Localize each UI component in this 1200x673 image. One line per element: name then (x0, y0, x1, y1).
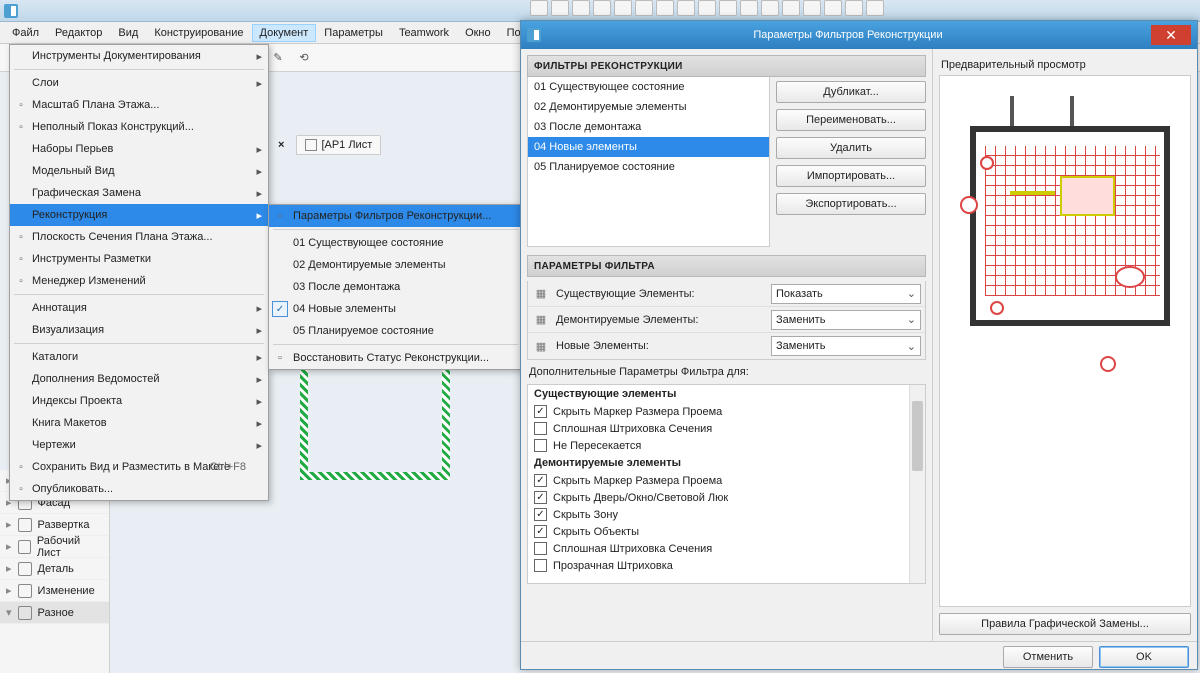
menu-item[interactable]: Каталоги▸ (10, 346, 268, 368)
menu-окно[interactable]: Окно (457, 24, 499, 42)
params-section-header: ПАРАМЕТРЫ ФИЛЬТРА (527, 255, 926, 277)
close-button[interactable]: ✕ (1151, 25, 1191, 45)
menu-item[interactable]: Наборы Перьев▸ (10, 138, 268, 160)
menu-item[interactable]: ▫Неполный Показ Конструкций... (10, 116, 268, 138)
sidebar-item[interactable]: ▾Разное (0, 602, 109, 624)
menu-вид[interactable]: Вид (110, 24, 146, 42)
scrollbar-thumb[interactable] (912, 401, 923, 471)
submenu-item[interactable]: 03 После демонтажа (269, 276, 522, 298)
menu-item[interactable]: Слои▸ (10, 72, 268, 94)
sheet-icon (305, 139, 317, 151)
sidebar-item[interactable]: ▸Развертка (0, 514, 109, 536)
sidebar-item[interactable]: ▸Изменение (0, 580, 109, 602)
menu-item[interactable]: Аннотация▸ (10, 297, 268, 319)
menu-item[interactable]: Дополнения Ведомостей▸ (10, 368, 268, 390)
menu-item[interactable]: ▫Опубликовать... (10, 478, 268, 500)
scrollbar[interactable] (909, 385, 925, 583)
checkbox-row[interactable]: Не Пересекается (528, 437, 925, 454)
action-button[interactable]: Экспортировать... (776, 193, 926, 215)
filter-list[interactable]: 01 Существующее состояние02 Демонтируемы… (527, 77, 770, 247)
param-select[interactable]: Заменить⌄ (771, 310, 921, 330)
tab-close[interactable]: × (270, 136, 292, 154)
checkbox-row[interactable]: Скрыть Маркер Размера Проема (528, 472, 925, 489)
dialog-title: Параметры Фильтров Реконструкции (545, 29, 1151, 41)
filter-item[interactable]: 03 После демонтажа (528, 117, 769, 137)
filters-section-header: ФИЛЬТРЫ РЕКОНСТРУКЦИИ (527, 55, 926, 77)
submenu-item[interactable]: 02 Демонтируемые элементы (269, 254, 522, 276)
sidebar-item[interactable]: ▸Деталь (0, 558, 109, 580)
menu-item[interactable]: Графическая Замена▸ (10, 182, 268, 204)
filter-item[interactable]: 01 Существующее состояние (528, 77, 769, 97)
checkbox-row[interactable]: Скрыть Дверь/Окно/Световой Люк (528, 489, 925, 506)
menu-редактор[interactable]: Редактор (47, 24, 110, 42)
menu-item[interactable]: Реконструкция▸ (10, 204, 268, 226)
tool-11[interactable]: ⟲ (293, 47, 315, 69)
menu-item[interactable]: Индексы Проекта▸ (10, 390, 268, 412)
checkbox-list[interactable]: Существующие элементыСкрыть Маркер Разме… (527, 384, 926, 584)
submenu-item[interactable]: 05 Планируемое состояние (269, 320, 522, 342)
menu-item[interactable]: ▫Инструменты Разметки (10, 248, 268, 270)
document-menu-dropdown[interactable]: Инструменты Документирования▸ Слои▸▫Масшт… (9, 44, 269, 501)
submenu-item[interactable]: ✓04 Новые элементы (269, 298, 522, 320)
checkbox-row[interactable]: Прозрачная Штриховка (528, 557, 925, 574)
menu-item[interactable]: Визуализация▸ (10, 319, 268, 341)
action-button[interactable]: Импортировать... (776, 165, 926, 187)
action-button[interactable]: Удалить (776, 137, 926, 159)
tool-10[interactable]: ✎ (267, 47, 289, 69)
filter-item[interactable]: 02 Демонтируемые элементы (528, 97, 769, 117)
dialog-titlebar[interactable]: Параметры Фильтров Реконструкции ✕ (521, 21, 1197, 49)
app-icon (4, 4, 18, 18)
menu-item[interactable]: ▫Масштаб Плана Этажа... (10, 94, 268, 116)
drawing-rectangle (300, 360, 450, 480)
submenu-item[interactable]: ▫Параметры Фильтров Реконструкции... (269, 205, 522, 227)
checkbox-row[interactable]: Сплошная Штриховка Сечения (528, 540, 925, 557)
graphic-override-rules-button[interactable]: Правила Графической Замены... (939, 613, 1191, 635)
tab-label: [AP1 Лист (321, 139, 372, 151)
menu-item[interactable]: ▫Менеджер Изменений (10, 270, 268, 292)
menu-item[interactable]: ▫Сохранить Вид и Разместить в МакетеCtrl… (10, 456, 268, 478)
menu-item[interactable]: Инструменты Документирования▸ (10, 45, 268, 67)
action-button[interactable]: Дубликат... (776, 81, 926, 103)
renovation-filter-dialog: Параметры Фильтров Реконструкции ✕ ФИЛЬТ… (520, 20, 1198, 670)
filter-item[interactable]: 04 Новые элементы (528, 137, 769, 157)
action-button[interactable]: Переименовать... (776, 109, 926, 131)
view-tabs: × [AP1 Лист (270, 134, 381, 156)
menu-item[interactable]: Чертежи▸ (10, 434, 268, 456)
background-toolbar (530, 0, 884, 20)
checkbox-row[interactable]: Скрыть Объекты (528, 523, 925, 540)
filter-item[interactable]: 05 Планируемое состояние (528, 157, 769, 177)
menu-item[interactable]: ▫Плоскость Сечения Плана Этажа... (10, 226, 268, 248)
renovation-submenu[interactable]: ▫Параметры Фильтров Реконструкции... 01 С… (268, 204, 523, 370)
additional-params-label: Дополнительные Параметры Фильтра для: (527, 360, 926, 384)
preview-panel (939, 75, 1191, 607)
param-select[interactable]: Заменить⌄ (771, 336, 921, 356)
checkbox-row[interactable]: Скрыть Маркер Размера Проема (528, 403, 925, 420)
submenu-item[interactable]: ▫Восстановить Статус Реконструкции... (269, 347, 522, 369)
menu-параметры[interactable]: Параметры (316, 24, 391, 42)
param-select[interactable]: Показать⌄ (771, 284, 921, 304)
ok-button[interactable]: OK (1099, 646, 1189, 668)
menu-item[interactable]: Книга Макетов▸ (10, 412, 268, 434)
cancel-button[interactable]: Отменить (1003, 646, 1093, 668)
preview-label: Предварительный просмотр (939, 55, 1191, 75)
sidebar-item[interactable]: ▸Рабочий Лист (0, 536, 109, 558)
menu-item[interactable]: Модельный Вид▸ (10, 160, 268, 182)
menu-teamwork[interactable]: Teamwork (391, 24, 457, 42)
menu-конструирование[interactable]: Конструирование (146, 24, 251, 42)
checkbox-row[interactable]: Сплошная Штриховка Сечения (528, 420, 925, 437)
checkbox-row[interactable]: Скрыть Зону (528, 506, 925, 523)
view-tab[interactable]: [AP1 Лист (296, 135, 381, 155)
menu-файл[interactable]: Файл (4, 24, 47, 42)
menu-документ[interactable]: Документ (252, 24, 317, 42)
dialog-footer: Отменить OK (521, 641, 1197, 671)
dialog-app-icon (527, 28, 541, 42)
submenu-item[interactable]: 01 Существующее состояние (269, 232, 522, 254)
